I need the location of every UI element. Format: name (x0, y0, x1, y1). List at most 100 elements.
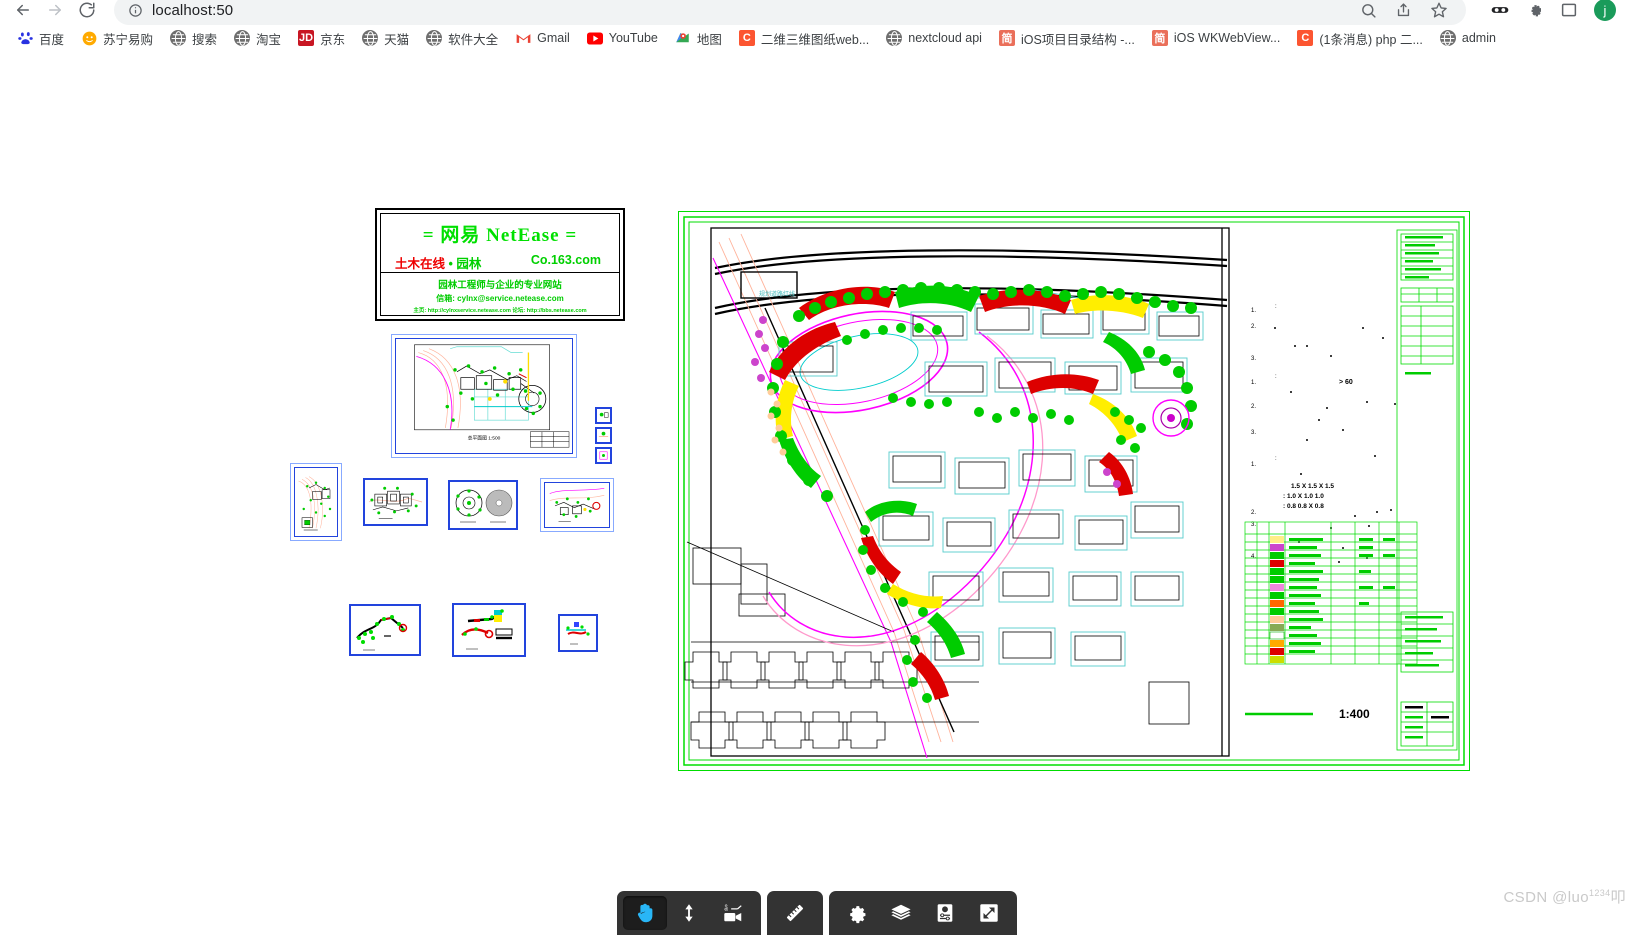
bookmark-item-13[interactable]: 简 iOS WKWebView... (1145, 26, 1288, 50)
maps-pin-icon (675, 30, 691, 46)
bookmark-item-5[interactable]: 天猫 (355, 25, 416, 52)
browser-chrome: localhost:50 j 百度 苏宁易购 搜索 淘宝 JD 京东 天猫 软件… (0, 0, 1634, 56)
reload-icon[interactable] (72, 0, 102, 20)
globe-icon (234, 30, 251, 46)
orbit-tool-button[interactable] (667, 896, 711, 930)
thumbnail-building-plan[interactable] (363, 478, 428, 526)
bookmark-label: 二维三维图纸web... (760, 32, 870, 47)
baidu-icon (17, 30, 33, 46)
svg-text:4.: 4. (1251, 554, 1256, 560)
bookmark-item-6[interactable]: 软件大全 (419, 25, 505, 52)
forward-arrow-icon[interactable] (40, 0, 70, 20)
avatar[interactable]: j (1594, 0, 1616, 21)
properties-icon (937, 904, 953, 922)
globe-icon (362, 30, 379, 46)
jianshu-icon: 简 (998, 30, 1015, 46)
thumbnail-landscape-detail[interactable] (540, 478, 614, 532)
svg-text:3.: 3. (1251, 356, 1256, 362)
browser-navigation-bar: localhost:50 j (0, 0, 1634, 25)
netease-title-block: = 网易 NetEase = 土木在线 • 园林 Co.163.com 园林工程… (375, 208, 625, 321)
hand-icon (637, 903, 653, 923)
up-down-arrow-icon (685, 904, 693, 922)
camera-text-icon: â (724, 904, 742, 922)
netease-left-red: 土木在线 (395, 257, 446, 271)
svg-text:2.: 2. (1251, 324, 1256, 330)
netease-right-green: Co.163.com (530, 253, 601, 267)
bookmark-item-3[interactable]: 淘宝 (227, 25, 288, 52)
back-arrow-icon[interactable] (8, 0, 38, 20)
layers-button[interactable] (879, 896, 923, 930)
thumbnail-mini-1[interactable] (595, 407, 612, 424)
info-circle-icon[interactable] (128, 3, 143, 18)
bookmark-label: 苏宁易购 (103, 32, 154, 47)
main-drawing-sheet[interactable]: 规划道路红线 1. 2. 3. 1. 2. 3. 1. 2. 3. 4.::… (678, 211, 1470, 771)
bookmark-label: 地图 (696, 32, 722, 47)
measure-tool-button[interactable] (773, 896, 817, 930)
svg-text:3.: 3. (1251, 430, 1256, 436)
csdn-watermark: CSDN @luo1234叩 (1503, 888, 1626, 906)
bookmark-label: nextcloud api (908, 31, 982, 45)
csdn-icon: C (738, 30, 755, 46)
bookmark-label: iOS项目目录结构 -... (1020, 32, 1135, 47)
bookmark-label: YouTube (608, 31, 658, 45)
settings-button[interactable] (835, 896, 879, 930)
bookmark-item-0[interactable]: 百度 (10, 25, 71, 52)
share-icon[interactable] (1395, 2, 1412, 19)
bookmark-item-9[interactable]: 地图 (668, 25, 729, 52)
bookmarks-bar: 百度 苏宁易购 搜索 淘宝 JD 京东 天猫 软件大全 Gmail YouTube 地图 C 二维三维图… (0, 20, 1634, 56)
bookmark-label: 搜索 (192, 32, 218, 47)
thumbnail-path-layout-3[interactable] (558, 614, 598, 652)
bookmark-item-11[interactable]: nextcloud api (879, 26, 989, 50)
drawing-scale-label: 1:400 (1339, 707, 1370, 721)
bookmark-label: 天猫 (384, 32, 410, 47)
thumbnail-mini-2[interactable] (595, 427, 612, 444)
pan-tool-button[interactable] (623, 896, 667, 930)
extension-dark-icon[interactable] (1490, 0, 1510, 20)
svg-text:3.: 3. (1251, 522, 1256, 528)
address-bar[interactable]: localhost:50 (114, 0, 1466, 25)
bookmark-item-14[interactable]: C (1条消息) php 二... (1290, 25, 1430, 52)
thumbnail-path-layout-2[interactable] (452, 603, 526, 657)
bookmark-item-2[interactable]: 搜索 (163, 25, 224, 52)
bookmark-label: Gmail (537, 31, 570, 45)
thumbnail-site-contour[interactable] (290, 463, 342, 541)
bookmark-item-15[interactable]: admin (1433, 26, 1503, 50)
layers-icon (891, 904, 911, 920)
url-text: localhost:50 (152, 1, 234, 19)
thumbnail-path-layout-1[interactable] (349, 604, 421, 656)
csdn-icon: C (1297, 30, 1314, 46)
fullscreen-button[interactable] (967, 896, 1011, 930)
globe-icon (170, 30, 187, 46)
properties-button[interactable] (923, 896, 967, 930)
bookmark-label: 淘宝 (256, 32, 282, 47)
svg-text:> 60: > 60 (1339, 379, 1353, 386)
browser-actions: j (1476, 0, 1626, 21)
svg-text:â: â (724, 904, 728, 913)
svg-text:: 1.0 X 1.0 1.0: : 1.0 X 1.0 1.0 (1283, 493, 1324, 500)
bookmark-item-4[interactable]: JD 京东 (291, 25, 352, 52)
side-panel-icon[interactable] (1560, 1, 1578, 19)
svg-text:1.5 X 1.5 X 1.5: 1.5 X 1.5 X 1.5 (1291, 483, 1334, 490)
gmail-icon (515, 30, 531, 46)
thumbnail-mini-3[interactable] (595, 447, 612, 464)
cad-viewer-canvas[interactable]: = 网易 NetEase = 土木在线 • 园林 Co.163.com 园林工程… (0, 56, 1634, 935)
bookmark-item-10[interactable]: C 二维三维图纸web... (732, 25, 876, 52)
puzzle-icon[interactable] (1526, 1, 1544, 19)
star-icon[interactable] (1430, 1, 1448, 19)
camera-tool-button[interactable]: â (711, 896, 755, 930)
thumbnail-circular-detail[interactable] (448, 480, 518, 530)
netease-tagline: 园林工程师与企业的专业网站 (438, 280, 562, 291)
bookmark-label: iOS WKWebView... (1173, 31, 1281, 45)
search-icon[interactable] (1360, 2, 1377, 19)
bookmark-label: 京东 (320, 32, 346, 47)
jianshu-icon: 简 (1151, 30, 1168, 46)
globe-icon (886, 30, 903, 46)
bookmark-item-7[interactable]: Gmail (508, 26, 577, 50)
svg-text:1.: 1. (1251, 380, 1256, 386)
settings-group (829, 891, 1017, 935)
thumbnail-master-plan[interactable]: 总平面图 1:500 (391, 334, 577, 458)
bookmark-item-8[interactable]: YouTube (580, 26, 665, 50)
bookmark-item-1[interactable]: 苏宁易购 (74, 25, 160, 52)
bookmark-item-12[interactable]: 简 iOS项目目录结构 -... (992, 25, 1142, 52)
suning-icon (81, 30, 97, 46)
